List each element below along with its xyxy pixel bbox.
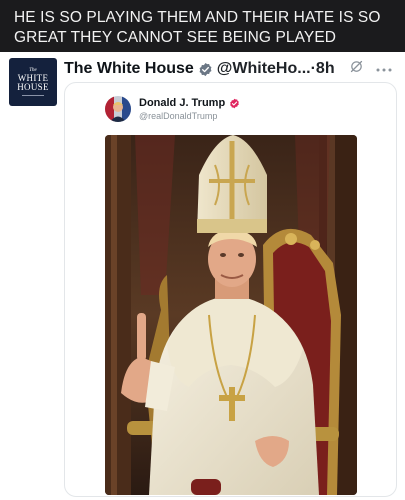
quoted-post-image[interactable] — [105, 135, 357, 495]
post-card[interactable]: The WHITE HOUSE The White House @WhiteHo… — [0, 52, 405, 500]
author-handle[interactable]: @WhiteHo... — [217, 60, 311, 78]
quoted-post[interactable]: Donald J. Trump @realDonaldTrump — [64, 82, 397, 497]
author-avatar[interactable]: The WHITE HOUSE — [9, 58, 57, 106]
quoted-author-handle[interactable]: @realDonaldTrump — [139, 111, 217, 121]
quoted-author-name[interactable]: Donald J. Trump — [139, 97, 225, 109]
avatar-rule — [22, 95, 44, 96]
post-time[interactable]: 8h — [316, 60, 335, 78]
quoted-author-name-row: Donald J. Trump — [139, 97, 240, 109]
quoted-verified-badge-icon — [230, 98, 240, 108]
more-icon[interactable] — [376, 60, 392, 78]
grok-icon[interactable] — [349, 59, 364, 79]
verified-badge-icon — [198, 62, 213, 77]
caption-text: HE IS SO PLAYING THEM AND THEIR HATE IS … — [14, 9, 381, 46]
post-header: The White House @WhiteHo... · 8h — [64, 57, 397, 81]
author-name[interactable]: The White House — [64, 60, 194, 78]
quoted-author-avatar[interactable] — [105, 96, 131, 122]
avatar-text-house: HOUSE — [17, 82, 49, 92]
meme-caption: HE IS SO PLAYING THEM AND THEIR HATE IS … — [0, 0, 405, 52]
